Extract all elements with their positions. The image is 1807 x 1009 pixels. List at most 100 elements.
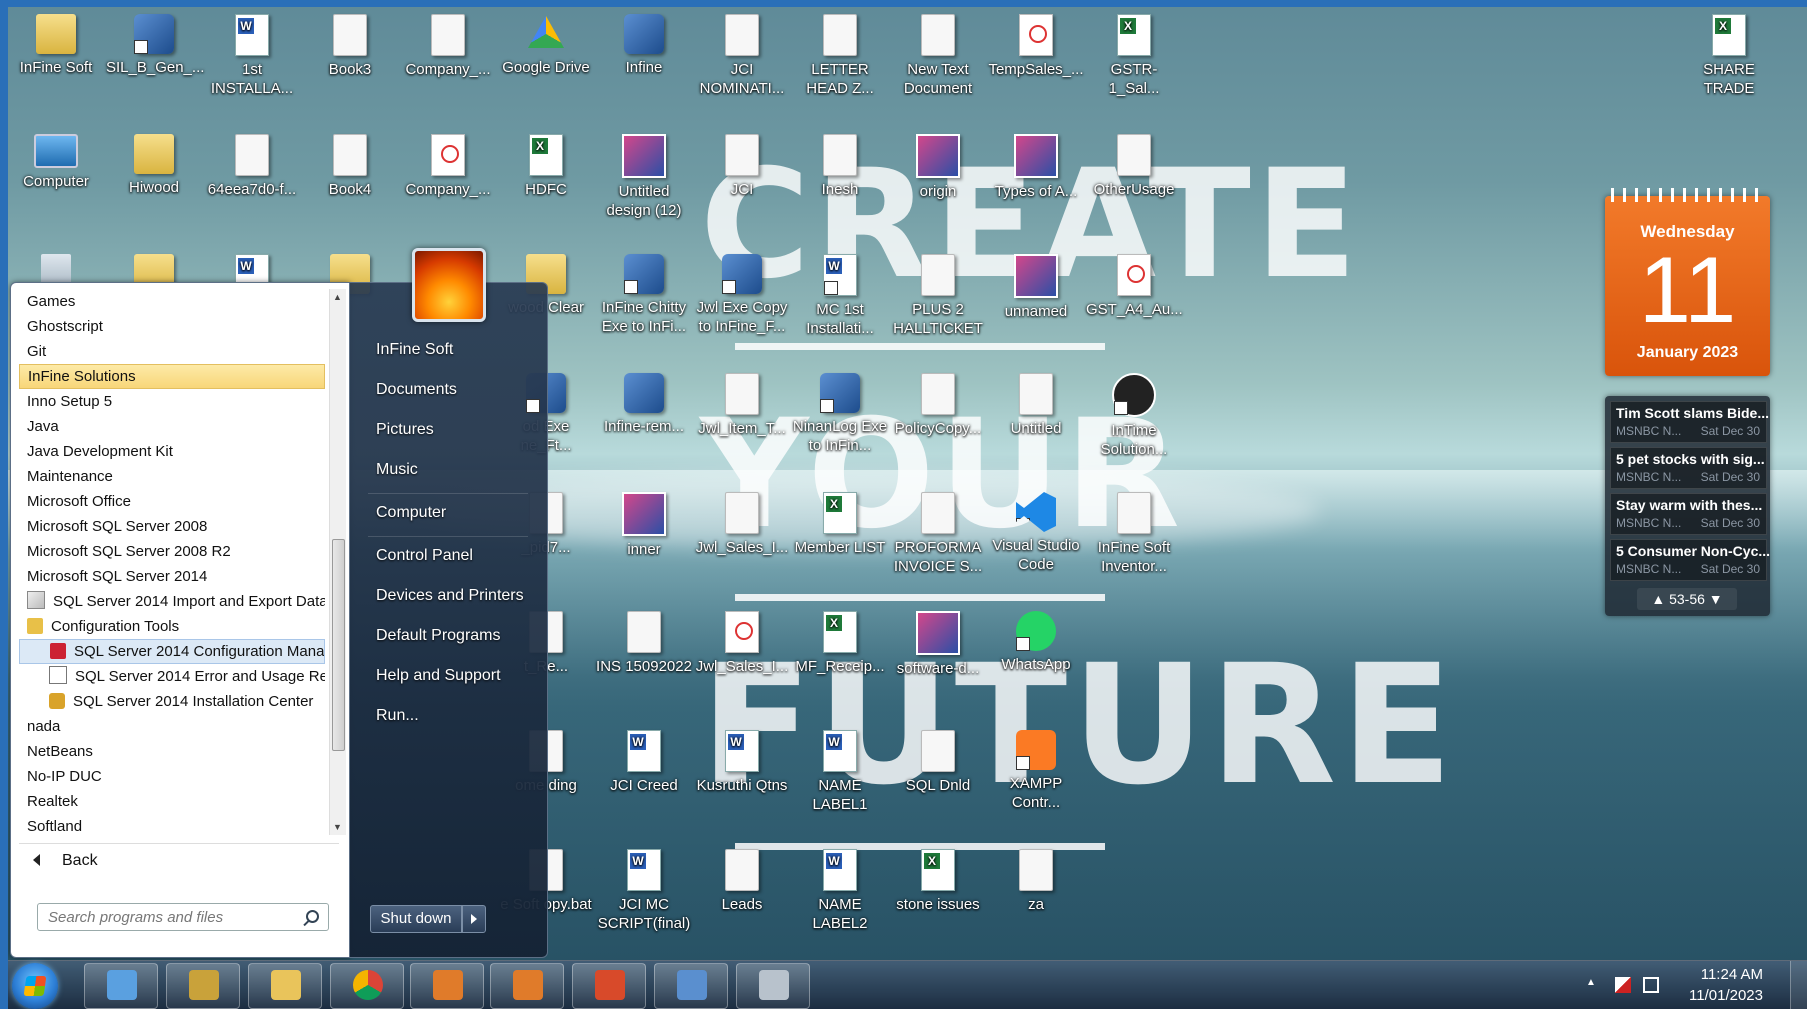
desktop-icon[interactable]: MC 1st Installati...: [792, 254, 888, 338]
desktop-icon[interactable]: WhatsApp: [988, 611, 1084, 674]
desktop-icon[interactable]: stone issues: [890, 849, 986, 914]
start-link[interactable]: Control Panel: [376, 547, 473, 565]
program-item[interactable]: No-IP DUC: [19, 764, 325, 789]
desktop-icon[interactable]: Types of A...: [988, 134, 1084, 201]
news-prev-icon[interactable]: ▲: [1651, 591, 1669, 607]
desktop-icon[interactable]: OtherUsage: [1086, 134, 1182, 199]
scroll-up-icon[interactable]: ▲: [333, 292, 342, 302]
desktop-icon[interactable]: TempSales_...: [988, 14, 1084, 79]
desktop-icon[interactable]: Untitled: [988, 373, 1084, 438]
start-button[interactable]: [12, 963, 58, 1009]
program-item[interactable]: Git: [19, 339, 325, 364]
program-item[interactable]: Inno Setup 5: [19, 389, 325, 414]
desktop-icon[interactable]: New Text Document: [890, 14, 986, 98]
taskbar-button[interactable]: [84, 963, 158, 1009]
shutdown-options-icon[interactable]: [462, 905, 486, 933]
program-item[interactable]: SQL Server 2014 Configuration Mana: [19, 639, 325, 664]
desktop-icon[interactable]: SHARE TRADE: [1681, 14, 1777, 98]
network-tray-icon[interactable]: [1643, 977, 1659, 993]
desktop-icon[interactable]: za: [988, 849, 1084, 914]
news-item[interactable]: 5 pet stocks with sig... MSNBC N... Sat De…: [1610, 447, 1767, 489]
desktop-icon[interactable]: GST_A4_Au...: [1086, 254, 1183, 319]
action-center-icon[interactable]: [1615, 977, 1631, 993]
desktop-icon[interactable]: Book3: [302, 14, 398, 79]
program-item[interactable]: Configuration Tools: [19, 614, 325, 639]
desktop-icon[interactable]: JCI: [694, 134, 790, 199]
program-item[interactable]: Microsoft Office: [19, 489, 325, 514]
program-item[interactable]: Maintenance: [19, 464, 325, 489]
taskbar-button[interactable]: [654, 963, 728, 1009]
taskbar-button[interactable]: [572, 963, 646, 1009]
desktop-icon[interactable]: Infine: [596, 14, 692, 77]
program-item[interactable]: Microsoft SQL Server 2008 R2: [19, 539, 325, 564]
desktop-icon[interactable]: PLUS 2 HALLTICKET: [890, 254, 986, 338]
program-item[interactable]: SQL Server 2014 Installation Center: [19, 689, 325, 714]
program-item[interactable]: Softland: [19, 814, 325, 835]
desktop-icon[interactable]: SQL Dnld: [890, 730, 986, 795]
clock-date[interactable]: 11/01/2023: [1689, 987, 1763, 1004]
start-link[interactable]: Default Programs: [376, 627, 501, 645]
desktop-icon[interactable]: Member LIST: [792, 492, 888, 557]
desktop-icon[interactable]: JCI Creed: [596, 730, 692, 795]
taskbar-button[interactable]: [248, 963, 322, 1009]
desktop-icon[interactable]: LETTER HEAD Z...: [792, 14, 888, 98]
news-item[interactable]: 5 Consumer Non-Cyc... MSNBC N... Sat Dec 3…: [1610, 539, 1770, 581]
program-item[interactable]: Microsoft SQL Server 2008: [19, 514, 325, 539]
program-item[interactable]: Games: [19, 289, 325, 314]
desktop-icon[interactable]: SIL_B_Gen_...: [106, 14, 204, 77]
start-link[interactable]: Help and Support: [376, 667, 501, 685]
desktop-icon[interactable]: MF_Receip...: [792, 611, 888, 676]
desktop-icon[interactable]: Book4: [302, 134, 398, 199]
desktop-icon[interactable]: inner: [596, 492, 692, 559]
show-desktop-button[interactable]: [1790, 961, 1807, 1009]
start-link[interactable]: Music: [376, 461, 418, 479]
program-item[interactable]: SQL Server 2014 Import and Export Data: [19, 589, 325, 614]
desktop-icon[interactable]: Hiwood: [106, 134, 202, 197]
news-item[interactable]: Tim Scott slams Bide... MSNBC N... Sat Dec…: [1610, 401, 1769, 443]
desktop-icon[interactable]: Jwl_Item_T...: [694, 373, 790, 438]
desktop-icon[interactable]: Google Drive: [498, 14, 594, 77]
program-item[interactable]: InFine Solutions: [19, 364, 325, 389]
clock-time[interactable]: 11:24 AM: [1701, 966, 1763, 983]
desktop-icon[interactable]: Kusruthi Qtns: [694, 730, 790, 795]
program-item[interactable]: Ghostscript: [19, 314, 325, 339]
program-item[interactable]: nada: [19, 714, 325, 739]
news-item[interactable]: Stay warm with thes... MSNBC N... Sat Dec …: [1610, 493, 1767, 535]
desktop-icon[interactable]: GSTR-1_Sal...: [1086, 14, 1182, 98]
taskbar-button[interactable]: [330, 963, 404, 1009]
program-item[interactable]: NetBeans: [19, 739, 325, 764]
taskbar-button[interactable]: [736, 963, 810, 1009]
start-link[interactable]: Run...: [376, 707, 419, 725]
desktop-icon[interactable]: Jwl Exe Copy to InFine_F...: [694, 254, 790, 336]
desktop-icon[interactable]: Untitled design (12): [596, 134, 692, 220]
desktop-icon[interactable]: InFine Soft: [8, 14, 104, 77]
desktop-icon[interactable]: 1st INSTALLA...: [204, 14, 300, 98]
scroll-down-icon[interactable]: ▼: [333, 822, 342, 832]
back-button[interactable]: Back: [19, 843, 339, 874]
desktop-icon[interactable]: InFine Soft Inventor...: [1086, 492, 1182, 576]
program-item[interactable]: Microsoft SQL Server 2014: [19, 564, 325, 589]
taskbar-button[interactable]: [410, 963, 484, 1009]
program-item[interactable]: SQL Server 2014 Error and Usage Rep: [19, 664, 325, 689]
scroll-thumb[interactable]: [332, 539, 345, 751]
taskbar-button[interactable]: [490, 963, 564, 1009]
desktop-icon[interactable]: XAMPP Contr...: [988, 730, 1084, 812]
user-picture[interactable]: [412, 248, 486, 322]
program-item[interactable]: Java: [19, 414, 325, 439]
start-link[interactable]: Pictures: [376, 421, 434, 439]
start-link[interactable]: Devices and Printers: [376, 587, 524, 605]
desktop-icon[interactable]: PolicyCopy...: [890, 373, 986, 438]
desktop-icon[interactable]: Infine-rem...: [596, 373, 692, 436]
desktop-icon[interactable]: INS 15092022: [596, 611, 692, 676]
desktop-icon[interactable]: JCI MC SCRIPT(final): [596, 849, 692, 933]
desktop-icon[interactable]: Visual Studio Code: [988, 492, 1084, 574]
start-link[interactable]: Computer: [376, 504, 446, 522]
program-item[interactable]: Realtek: [19, 789, 325, 814]
desktop-icon[interactable]: JCI NOMINATI...: [694, 14, 790, 98]
start-link[interactable]: InFine Soft: [376, 341, 453, 359]
desktop-icon[interactable]: InFine Chitty Exe to InFi...: [596, 254, 692, 336]
desktop-icon[interactable]: NinanLog Exe to InFin...: [792, 373, 888, 455]
desktop-icon[interactable]: unnamed: [988, 254, 1084, 321]
program-list-scrollbar[interactable]: ▲ ▼: [329, 289, 346, 835]
search-input[interactable]: Search programs and files: [37, 903, 329, 931]
